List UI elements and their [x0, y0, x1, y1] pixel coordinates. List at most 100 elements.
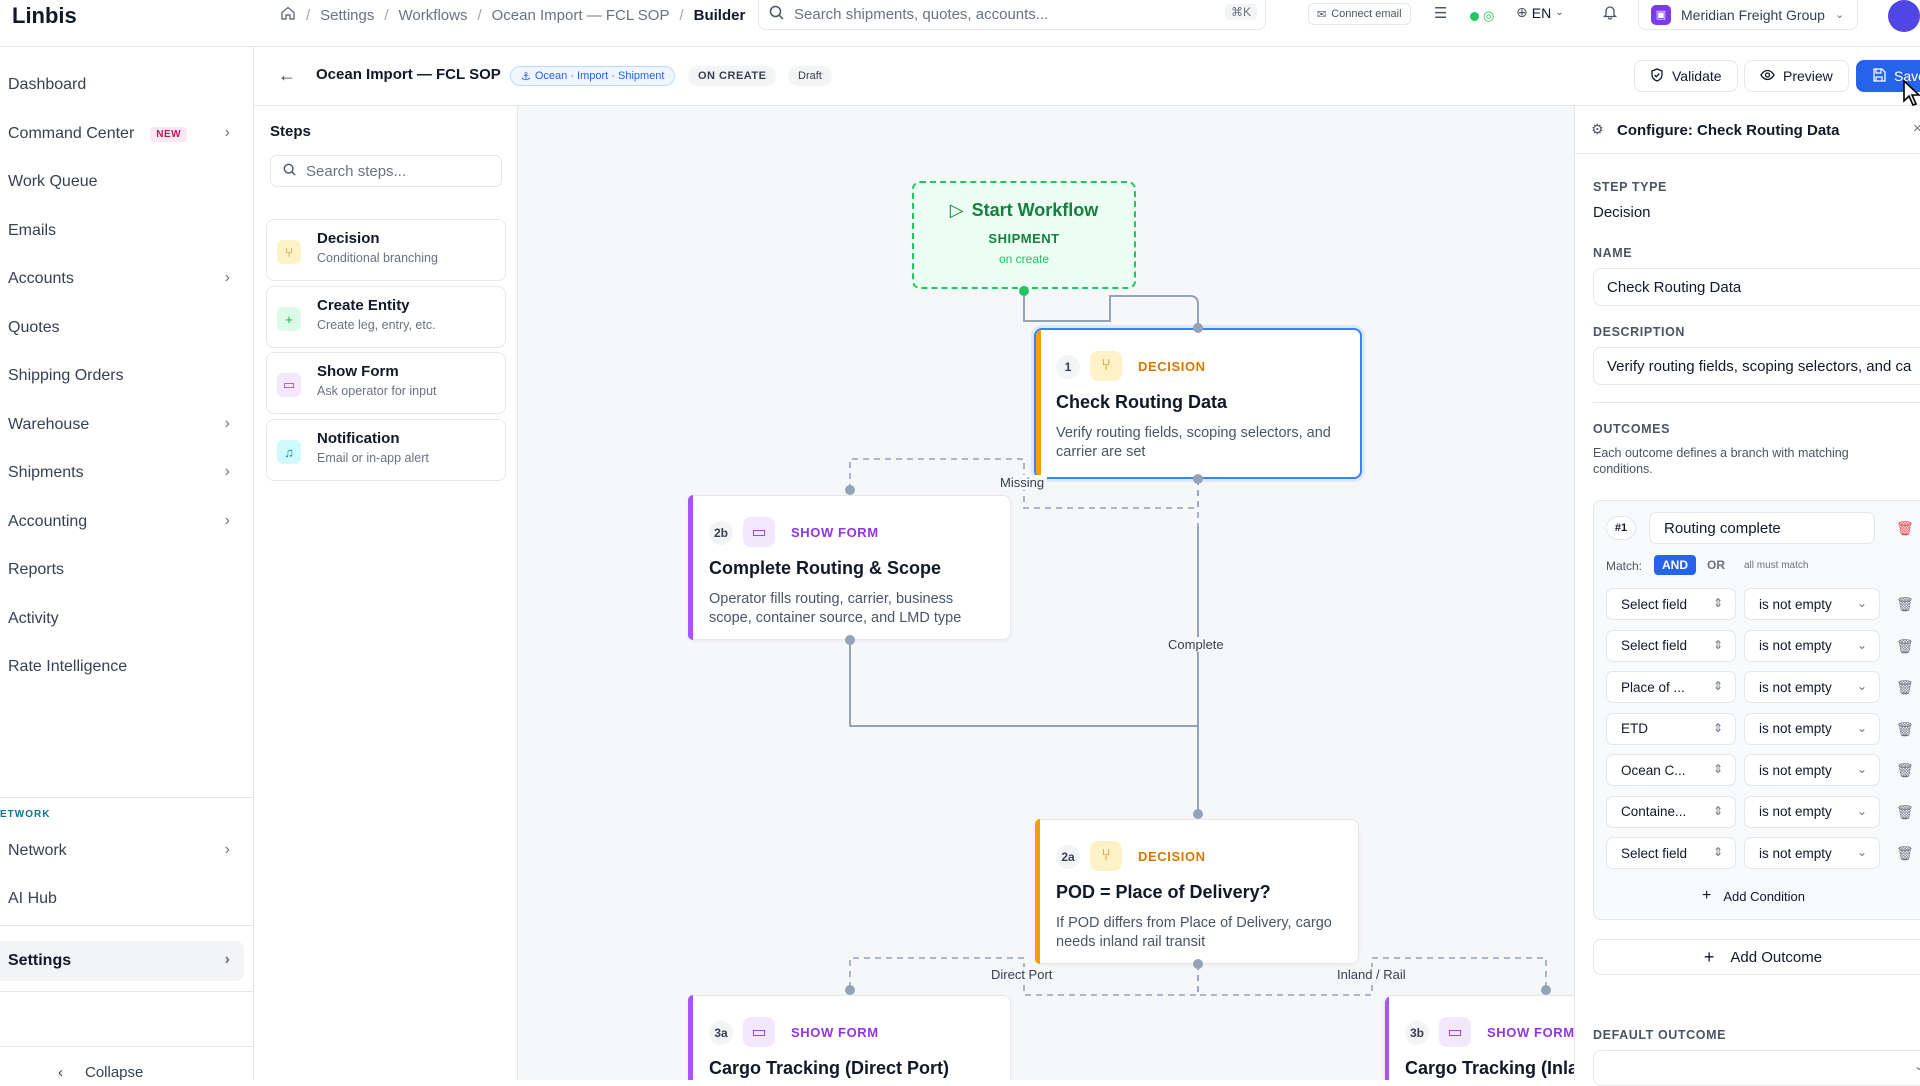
- condition-operator-select[interactable]: is not empty ⌄: [1744, 629, 1880, 662]
- breadcrumb-workflows[interactable]: Workflows: [399, 7, 468, 24]
- form-icon: ▭: [1439, 1017, 1471, 1047]
- condition-operator-select[interactable]: is not empty ⌄: [1744, 754, 1880, 786]
- outcomes-help: Each outcome defines a branch with match…: [1593, 446, 1849, 476]
- condition-field-select[interactable]: Containe... ⇕: [1606, 795, 1736, 828]
- app-logo[interactable]: Linbis: [12, 3, 77, 29]
- trash-icon[interactable]: 🗑: [1896, 804, 1914, 821]
- node-output-handle[interactable]: [1193, 474, 1203, 484]
- add-condition-button[interactable]: + Add Condition: [1702, 887, 1805, 905]
- sidebar-item-shipments[interactable]: Shipments ›: [0, 453, 254, 493]
- node-pod-place-of-delivery[interactable]: 2a ⑂ DECISION POD = Place of Delivery? I…: [1035, 819, 1359, 964]
- sidebar-item-command-center[interactable]: Command Center NEW ›: [0, 114, 254, 154]
- sidebar-divider: [0, 797, 254, 798]
- condition-operator-select[interactable]: is not empty ⌄: [1744, 712, 1880, 745]
- sidebar-item-accounts[interactable]: Accounts ›: [0, 259, 254, 299]
- condition-operator-select[interactable]: is not empty ⌄: [1744, 837, 1880, 869]
- condition-operator-value: is not empty: [1759, 721, 1832, 736]
- trash-icon[interactable]: 🗑: [1896, 721, 1914, 738]
- sidebar-item-ai-hub[interactable]: AI Hub: [0, 879, 254, 919]
- condition-field-select[interactable]: Place of ... ⇕: [1606, 671, 1736, 703]
- node-output-handle[interactable]: [1193, 959, 1203, 969]
- palette-item-create-entity[interactable]: + Create Entity Create leg, entry, etc.: [266, 286, 506, 348]
- chevron-right-icon: ›: [224, 124, 230, 141]
- match-label: Match:: [1606, 559, 1643, 573]
- condition-operator-select[interactable]: is not empty ⌄: [1744, 588, 1880, 620]
- condition-field-select[interactable]: Select field ⇕: [1606, 629, 1736, 662]
- chevron-right-icon: ›: [224, 415, 230, 432]
- breadcrumb-settings[interactable]: Settings: [320, 7, 374, 24]
- sidebar-item-dashboard[interactable]: Dashboard: [0, 65, 254, 105]
- condition-operator-value: is not empty: [1759, 638, 1832, 653]
- condition-field-select[interactable]: ETD ⇕: [1606, 712, 1736, 745]
- node-input-handle[interactable]: [845, 485, 855, 495]
- description-field[interactable]: Verify routing fields, scoping selectors…: [1593, 347, 1920, 385]
- condition-field-select[interactable]: Select field ⇕: [1606, 837, 1736, 869]
- node-output-handle[interactable]: [845, 635, 855, 645]
- node-description: Verify routing fields, scoping selectors…: [1056, 425, 1331, 460]
- node-check-routing-data[interactable]: 1 ⑂ DECISION Check Routing Data Verify r…: [1034, 328, 1362, 479]
- sidebar-item-activity[interactable]: Activity: [0, 599, 254, 639]
- default-outcome-select[interactable]: ⌄: [1593, 1050, 1920, 1086]
- mail-icon: ✉: [1317, 8, 1327, 21]
- condition-field-select[interactable]: Select field ⇕: [1606, 588, 1736, 620]
- sidebar-item-emails[interactable]: Emails: [0, 211, 254, 251]
- add-outcome-label: Add Outcome: [1730, 948, 1823, 966]
- palette-item-show-form[interactable]: ▭ Show Form Ask operator for input: [266, 352, 506, 414]
- connect-email-button[interactable]: ✉ Connect email: [1308, 3, 1411, 25]
- palette-item-decision[interactable]: ⑂ Decision Conditional branching: [266, 219, 506, 281]
- name-field[interactable]: Check Routing Data: [1593, 268, 1920, 306]
- org-switcher[interactable]: ▣ Meridian Freight Group ⌄: [1638, 0, 1858, 30]
- trash-icon[interactable]: 🗑: [1896, 520, 1914, 537]
- sidebar-item-network[interactable]: Network ›: [0, 831, 254, 871]
- node-input-handle[interactable]: [1193, 809, 1203, 819]
- collapse-button[interactable]: ‹ Collapse: [58, 1064, 143, 1081]
- sidebar-item-label: Rate Intelligence: [8, 658, 128, 675]
- condition-operator-select[interactable]: is not empty ⌄: [1744, 795, 1880, 828]
- start-output-handle[interactable]: [1019, 286, 1029, 296]
- close-icon[interactable]: ×: [1913, 120, 1920, 137]
- sidebar-item-work-queue[interactable]: Work Queue: [0, 162, 254, 202]
- validate-button[interactable]: Validate: [1634, 60, 1738, 92]
- palette-item-notification[interactable]: ♫ Notification Email or in-app alert: [266, 419, 506, 481]
- node-input-handle[interactable]: [845, 985, 855, 995]
- user-avatar[interactable]: [1888, 0, 1920, 32]
- start-workflow-node[interactable]: ▷ Start Workflow SHIPMENT on create: [912, 181, 1136, 289]
- sidebar-item-accounting[interactable]: Accounting ›: [0, 502, 254, 542]
- outcome-name-field[interactable]: Routing complete: [1649, 512, 1875, 544]
- trash-icon[interactable]: 🗑: [1896, 596, 1914, 613]
- bell-icon[interactable]: [1602, 4, 1618, 20]
- condition-row: Select field ⇕ is not empty ⌄ 🗑: [1594, 629, 1920, 664]
- trash-icon[interactable]: 🗑: [1896, 679, 1914, 696]
- steps-search-input[interactable]: Search steps...: [270, 155, 502, 187]
- node-cargo-tracking-direct-port[interactable]: 3a ▭ SHOW FORM Cargo Tracking (Direct Po…: [688, 995, 1011, 1080]
- breadcrumb-workflow[interactable]: Ocean Import — FCL SOP: [492, 7, 670, 24]
- trash-icon[interactable]: 🗑: [1896, 845, 1914, 862]
- node-cargo-tracking-inland[interactable]: 3b ▭ SHOW FORM Cargo Tracking (Inla: [1384, 995, 1574, 1080]
- sidebar-item-rate-intelligence[interactable]: Rate Intelligence: [0, 647, 254, 687]
- language-selector[interactable]: ⊕ EN ⌄: [1516, 4, 1564, 21]
- home-icon[interactable]: [280, 5, 296, 25]
- node-input-handle[interactable]: [1541, 985, 1551, 995]
- sliders-icon[interactable]: ☰: [1434, 4, 1447, 22]
- add-outcome-button[interactable]: + Add Outcome: [1593, 939, 1920, 975]
- trash-icon[interactable]: 🗑: [1896, 638, 1914, 655]
- sidebar-item-settings[interactable]: Settings ›: [0, 941, 244, 981]
- sidebar-item-quotes[interactable]: Quotes: [0, 308, 254, 348]
- trash-icon[interactable]: 🗑: [1896, 762, 1914, 779]
- node-complete-routing-scope[interactable]: 2b ▭ SHOW FORM Complete Routing & Scope …: [688, 495, 1011, 640]
- node-number: 2a: [1056, 845, 1080, 869]
- workflow-canvas[interactable]: ▷ Start Workflow SHIPMENT on create 1 ⑂ D…: [518, 106, 1574, 1080]
- status-indicator[interactable]: ◎: [1470, 8, 1494, 24]
- preview-button[interactable]: Preview: [1744, 60, 1849, 92]
- global-search[interactable]: Search shipments, quotes, accounts... ⌘K: [758, 0, 1266, 30]
- match-and-toggle[interactable]: AND: [1654, 555, 1696, 575]
- sidebar-item-reports[interactable]: Reports: [0, 550, 254, 590]
- condition-field-select[interactable]: Ocean C... ⇕: [1606, 754, 1736, 786]
- sidebar-item-shipping-orders[interactable]: Shipping Orders: [0, 356, 254, 396]
- condition-operator-select[interactable]: is not empty ⌄: [1744, 671, 1880, 703]
- back-arrow-icon[interactable]: ←: [278, 65, 296, 86]
- node-input-handle[interactable]: [1193, 323, 1203, 333]
- match-or-toggle[interactable]: OR: [1699, 555, 1733, 575]
- sidebar-item-warehouse[interactable]: Warehouse ›: [0, 405, 254, 445]
- chevron-updown-icon: ⇕: [1712, 845, 1723, 859]
